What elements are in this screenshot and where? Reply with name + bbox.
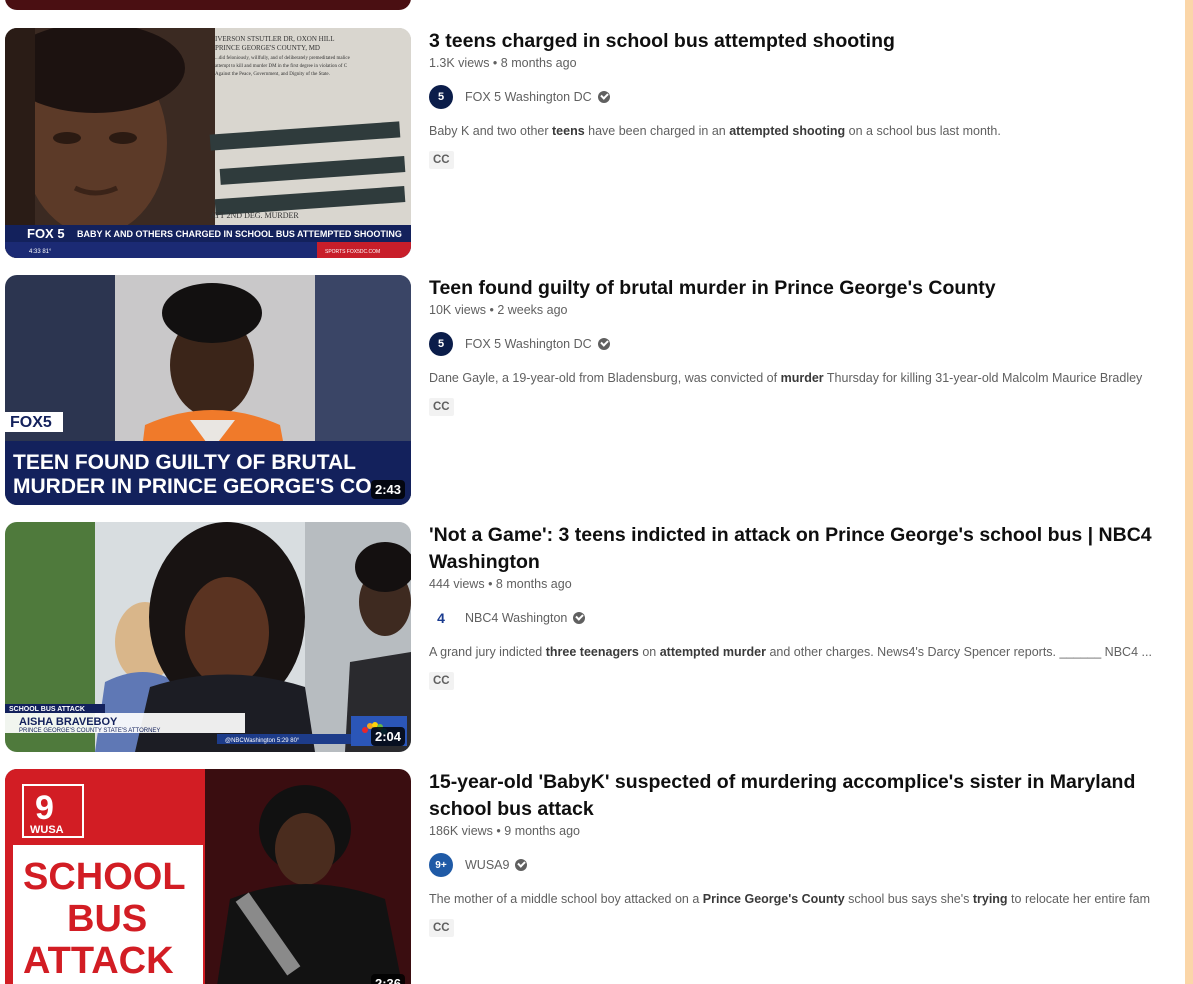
description-keyword: murder [780, 371, 824, 385]
cc-badge: CC [429, 919, 454, 937]
thumbnail-tag: SPORTS FOX5DC.COM [325, 249, 380, 255]
doc-line: attempt to kill and murder DM in the fir… [215, 64, 348, 69]
cc-badge: CC [429, 398, 454, 416]
channel-name[interactable]: FOX 5 Washington DC [465, 337, 592, 351]
verified-check-icon [515, 859, 528, 871]
video-title[interactable]: 'Not a Game': 3 teens indicted in attack… [429, 522, 1185, 576]
description-text: on [638, 645, 660, 659]
charge-text: ATT 2ND DEG. MURDER [210, 211, 299, 220]
description-keyword: Prince George's County [702, 892, 845, 906]
wusa-logo-text: WUSA [30, 824, 64, 836]
doc-line: Against the Peace, Government, and Digni… [215, 72, 330, 77]
view-count: 10K views [429, 303, 486, 317]
view-count: 186K views [429, 824, 493, 838]
channel-avatar[interactable]: 5 [429, 332, 453, 356]
channel-avatar[interactable]: 5 [429, 85, 453, 109]
thumbnail-headline: BUS [67, 898, 147, 940]
video-info: Teen found guilty of brutal murder in Pr… [429, 275, 1185, 416]
thumbnail-time: 4:33 81° [29, 249, 52, 255]
wusa-logo: 9 [35, 789, 54, 827]
channel-row[interactable]: 5 FOX 5 Washington DC [429, 84, 1185, 110]
thumbnail-ticker: @NBCWashington 5:29 80° [225, 738, 300, 744]
thumbnail-image: FOX5 TEEN FOUND GUILTY OF BRUTAL MURDER … [5, 275, 411, 505]
video-meta: 186K views • 9 months ago [429, 824, 581, 838]
view-count: 444 views [429, 577, 485, 591]
thumbnail-image: SCHOOL BUS ATTACK AISHA BRAVEBOY PRINCE … [5, 522, 411, 752]
description-keyword: attempted shooting [729, 124, 846, 138]
description-text: on a school bus last month. [845, 124, 1001, 138]
description-text: school bus says she's [844, 892, 973, 906]
video-description: Dane Gayle, a 19-year-old from Bladensbu… [429, 371, 1185, 385]
fox5-logo: FOX 5 [27, 226, 65, 241]
thumbnail-banner: BABY K AND OTHERS CHARGED IN SCHOOL BUS … [77, 229, 402, 239]
video-meta: 444 views • 8 months ago [429, 577, 572, 591]
doc-line: IVERSON STSUTLER DR, OXON HILL [215, 35, 335, 43]
channel-name[interactable]: NBC4 Washington [465, 611, 567, 625]
upload-age: 8 months ago [495, 577, 572, 591]
video-meta: 10K views • 2 weeks ago [429, 303, 568, 317]
description-text: Baby K and two other [429, 124, 552, 138]
thumbnail-tag: SCHOOL BUS ATTACK [9, 706, 85, 713]
video-description: A grand jury indicted three teenagers on… [429, 645, 1185, 659]
thumbnail-name: AISHA BRAVEBOY [19, 716, 118, 728]
channel-avatar[interactable]: 9+ [429, 853, 453, 877]
thumbnail-image: 9 WUSA SCHOOL BUS ATTACK [5, 769, 411, 984]
channel-name[interactable]: FOX 5 Washington DC [465, 90, 592, 104]
channel-avatar[interactable]: 4 [429, 606, 453, 630]
verified-check-icon [597, 338, 610, 350]
cc-badge: CC [429, 151, 454, 169]
thumbnail-image: IVERSON STSUTLER DR, OXON HILL PRINCE GE… [5, 28, 411, 258]
doc-line: PRINCE GEORGE'S COUNTY, MD [215, 44, 320, 52]
video-info: 15-year-old 'BabyK' suspected of murderi… [429, 769, 1185, 937]
previous-result-thumbnail[interactable] [5, 0, 411, 10]
channel-row[interactable]: 5 FOX 5 Washington DC [429, 331, 1185, 357]
duration-badge: 2:43 [370, 480, 405, 499]
description-text: The mother of a middle school boy attack… [429, 892, 703, 906]
description-text: A grand jury indicted [429, 645, 546, 659]
video-thumbnail[interactable]: IVERSON STSUTLER DR, OXON HILL PRINCE GE… [5, 28, 411, 258]
description-keyword: three teenagers [545, 645, 639, 659]
fox5-logo: FOX5 [10, 414, 52, 431]
video-thumbnail[interactable]: 9 WUSA SCHOOL BUS ATTACK 2:36 [5, 769, 411, 984]
view-count: 1.3K views [429, 56, 490, 70]
description-text: have been charged in an [584, 124, 730, 138]
video-title[interactable]: 15-year-old 'BabyK' suspected of murderi… [429, 769, 1185, 823]
description-text: to relocate her entire fam [1007, 892, 1151, 906]
description-keyword: teens [552, 124, 585, 138]
channel-row[interactable]: 9+ WUSA9 [429, 852, 1185, 878]
video-info: 3 teens charged in school bus attempted … [429, 28, 1185, 169]
description-text: and other charges. News4's Darcy Spencer… [766, 645, 1152, 659]
video-info: 'Not a Game': 3 teens indicted in attack… [429, 522, 1185, 690]
thumbnail-headline: MURDER IN PRINCE GEORGE'S CO [13, 475, 372, 498]
description-text: Dane Gayle, a 19-year-old from Bladensbu… [429, 371, 781, 385]
description-keyword: trying [972, 892, 1008, 906]
description-keyword: attempted murder [659, 645, 766, 659]
thumbnail-headline: TEEN FOUND GUILTY OF BRUTAL [13, 451, 356, 474]
video-title[interactable]: 3 teens charged in school bus attempted … [429, 28, 1185, 55]
thumbnail-role: PRINCE GEORGE'S COUNTY STATE'S ATTORNEY [19, 728, 160, 734]
video-thumbnail[interactable]: FOX5 TEEN FOUND GUILTY OF BRUTAL MURDER … [5, 275, 411, 505]
verified-check-icon [573, 612, 586, 624]
thumbnail-headline: SCHOOL [23, 856, 186, 898]
video-title[interactable]: Teen found guilty of brutal murder in Pr… [429, 275, 1185, 302]
video-thumbnail[interactable]: SCHOOL BUS ATTACK AISHA BRAVEBOY PRINCE … [5, 522, 411, 752]
video-description: The mother of a middle school boy attack… [429, 892, 1185, 906]
upload-age: 2 weeks ago [497, 303, 568, 317]
thumbnail-headline: ATTACK [23, 940, 174, 982]
upload-age: 9 months ago [504, 824, 581, 838]
upload-age: 8 months ago [500, 56, 577, 70]
verified-check-icon [597, 91, 610, 103]
search-results-panel: IVERSON STSUTLER DR, OXON HILL PRINCE GE… [0, 0, 1185, 984]
cc-badge: CC [429, 672, 454, 690]
channel-row[interactable]: 4 NBC4 Washington [429, 605, 1185, 631]
description-text: Thursday for killing 31-year-old Malcolm… [823, 371, 1143, 385]
duration-badge: 2:36 [370, 974, 405, 984]
doc-line: ...did feloniously, willfully, and of de… [215, 56, 351, 61]
video-description: Baby K and two other teens have been cha… [429, 124, 1185, 138]
channel-name[interactable]: WUSA9 [465, 858, 509, 872]
video-meta: 1.3K views • 8 months ago [429, 56, 577, 70]
duration-badge: 2:04 [370, 727, 405, 746]
